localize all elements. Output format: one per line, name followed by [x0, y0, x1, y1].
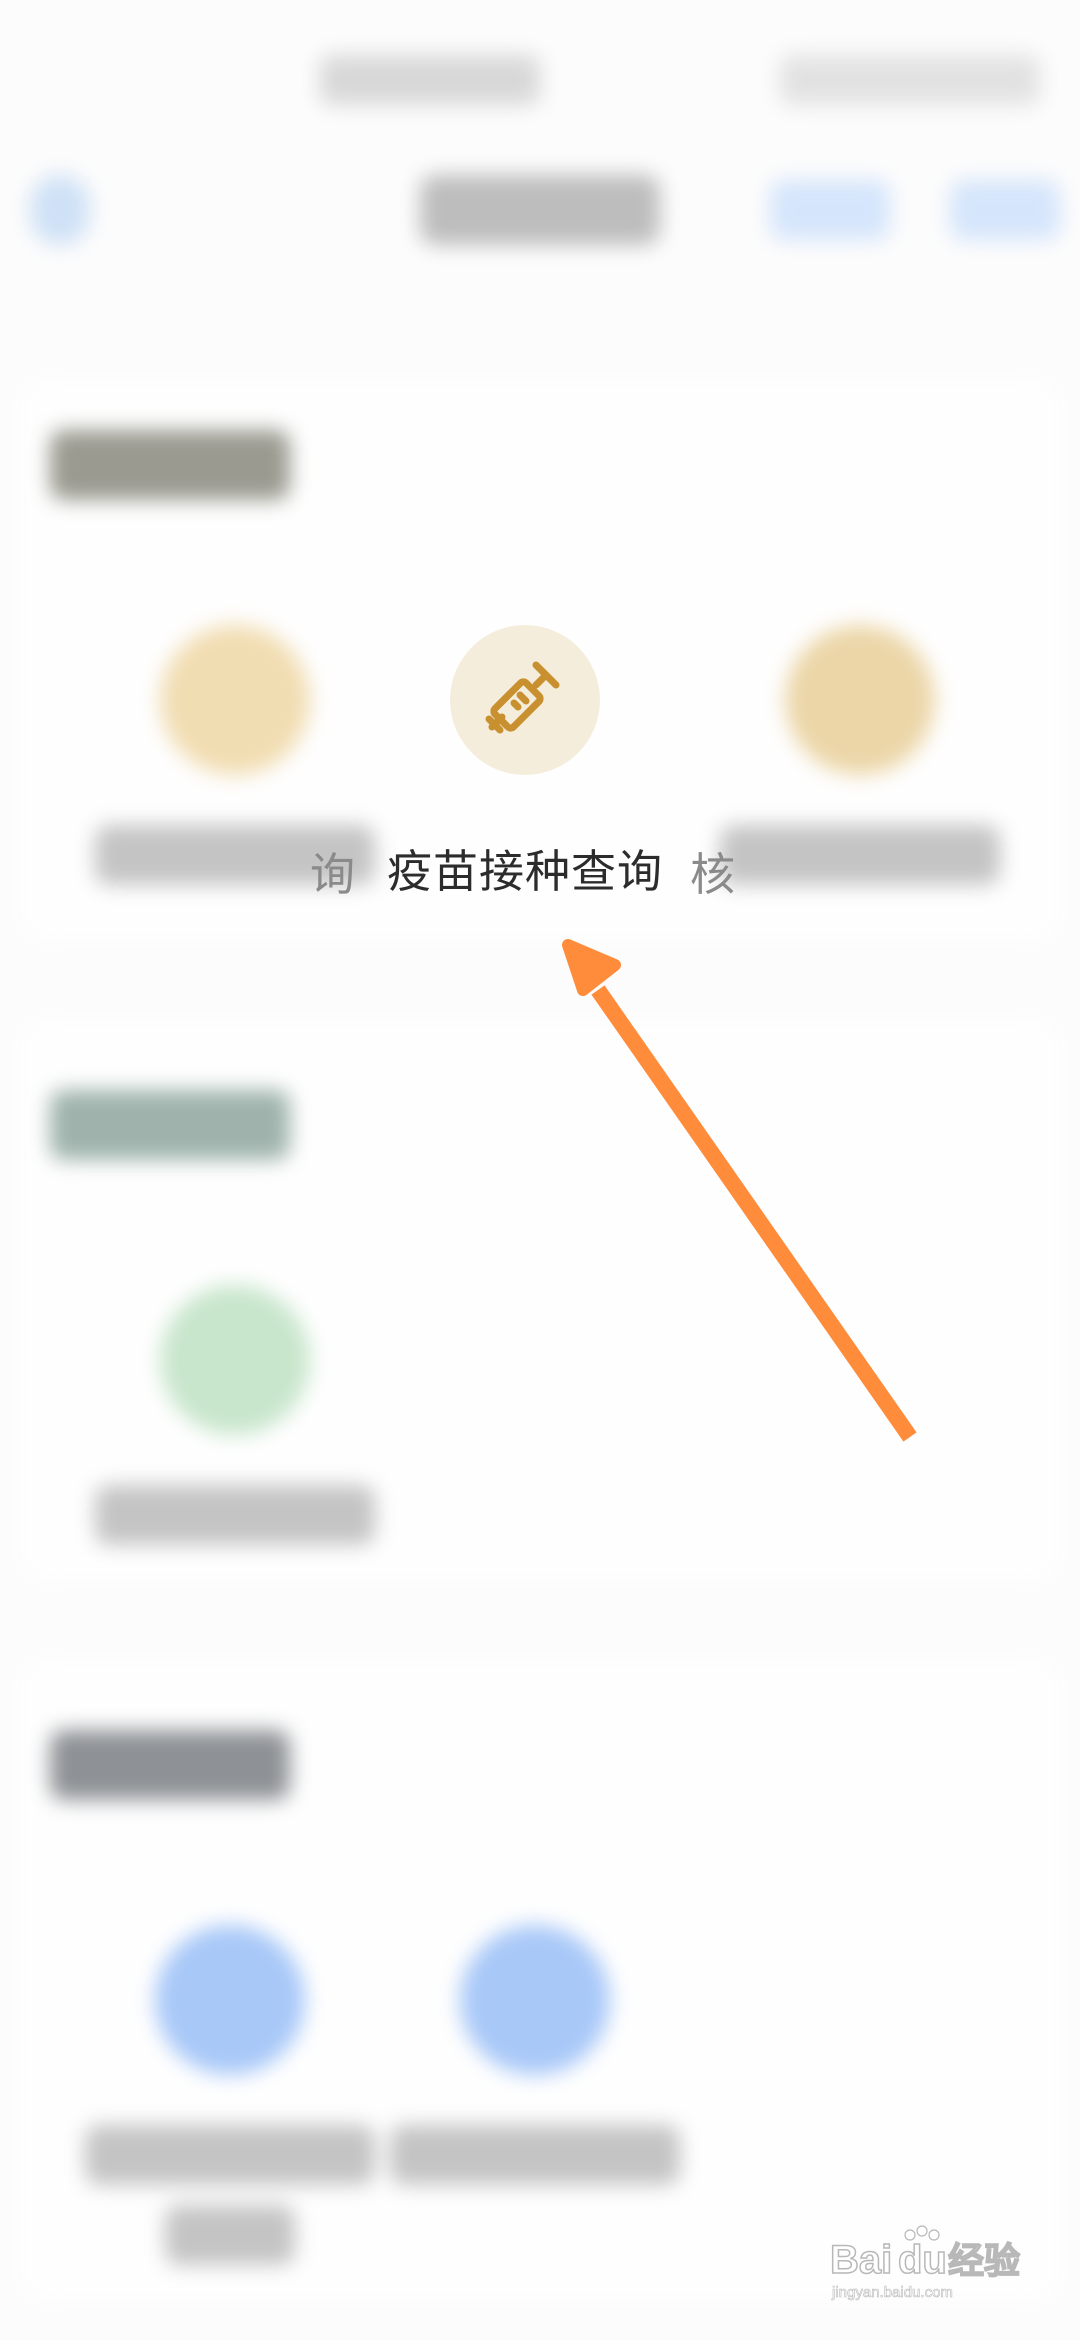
- blurred-background: [0, 0, 1080, 2340]
- nav-action-button[interactable]: [770, 180, 890, 240]
- watermark-brand-paw: du: [898, 2238, 947, 2282]
- service-icon: [160, 625, 310, 775]
- service-label: [165, 2205, 295, 2265]
- watermark-brand: Bai: [830, 2238, 892, 2282]
- service-tile[interactable]: [720, 625, 1000, 885]
- status-bar-right: [780, 55, 1040, 105]
- status-bar: [0, 0, 1080, 130]
- service-label: [720, 825, 1000, 885]
- back-button[interactable]: [30, 175, 90, 245]
- section-title: [50, 1730, 290, 1800]
- baidu-jingyan-watermark: Bai du 经验 jingyan.baidu.com: [828, 2225, 1038, 2310]
- service-tile[interactable]: [95, 1285, 375, 1545]
- section-title: [50, 430, 290, 500]
- service-label: [85, 2125, 375, 2185]
- neighbor-service-label: 询: [310, 849, 356, 900]
- service-label: [95, 1485, 375, 1545]
- service-icon: [460, 1925, 610, 2075]
- service-icon: [155, 1925, 305, 2075]
- watermark-suffix: 经验: [948, 2240, 1020, 2281]
- watermark-url: jingyan.baidu.com: [831, 2284, 953, 2301]
- page-title: [420, 175, 660, 245]
- neighbor-service-label: 核: [690, 849, 736, 900]
- service-tile[interactable]: [85, 1925, 375, 2265]
- service-tile[interactable]: [390, 1925, 680, 2185]
- section-title: [50, 1090, 290, 1160]
- syringe-icon: [450, 625, 600, 775]
- service-section: [20, 1020, 1060, 1580]
- nav-action-button[interactable]: [950, 180, 1060, 240]
- service-icon: [160, 1285, 310, 1435]
- vaccination-query-tile[interactable]: 疫苗接种查询: [375, 625, 675, 900]
- navigation-bar: [0, 140, 1080, 270]
- status-bar-left: [320, 55, 540, 105]
- service-icon: [785, 625, 935, 775]
- service-section: [20, 1660, 1060, 2300]
- vaccination-query-label: 疫苗接种查询: [386, 846, 663, 897]
- service-label: [390, 2125, 680, 2185]
